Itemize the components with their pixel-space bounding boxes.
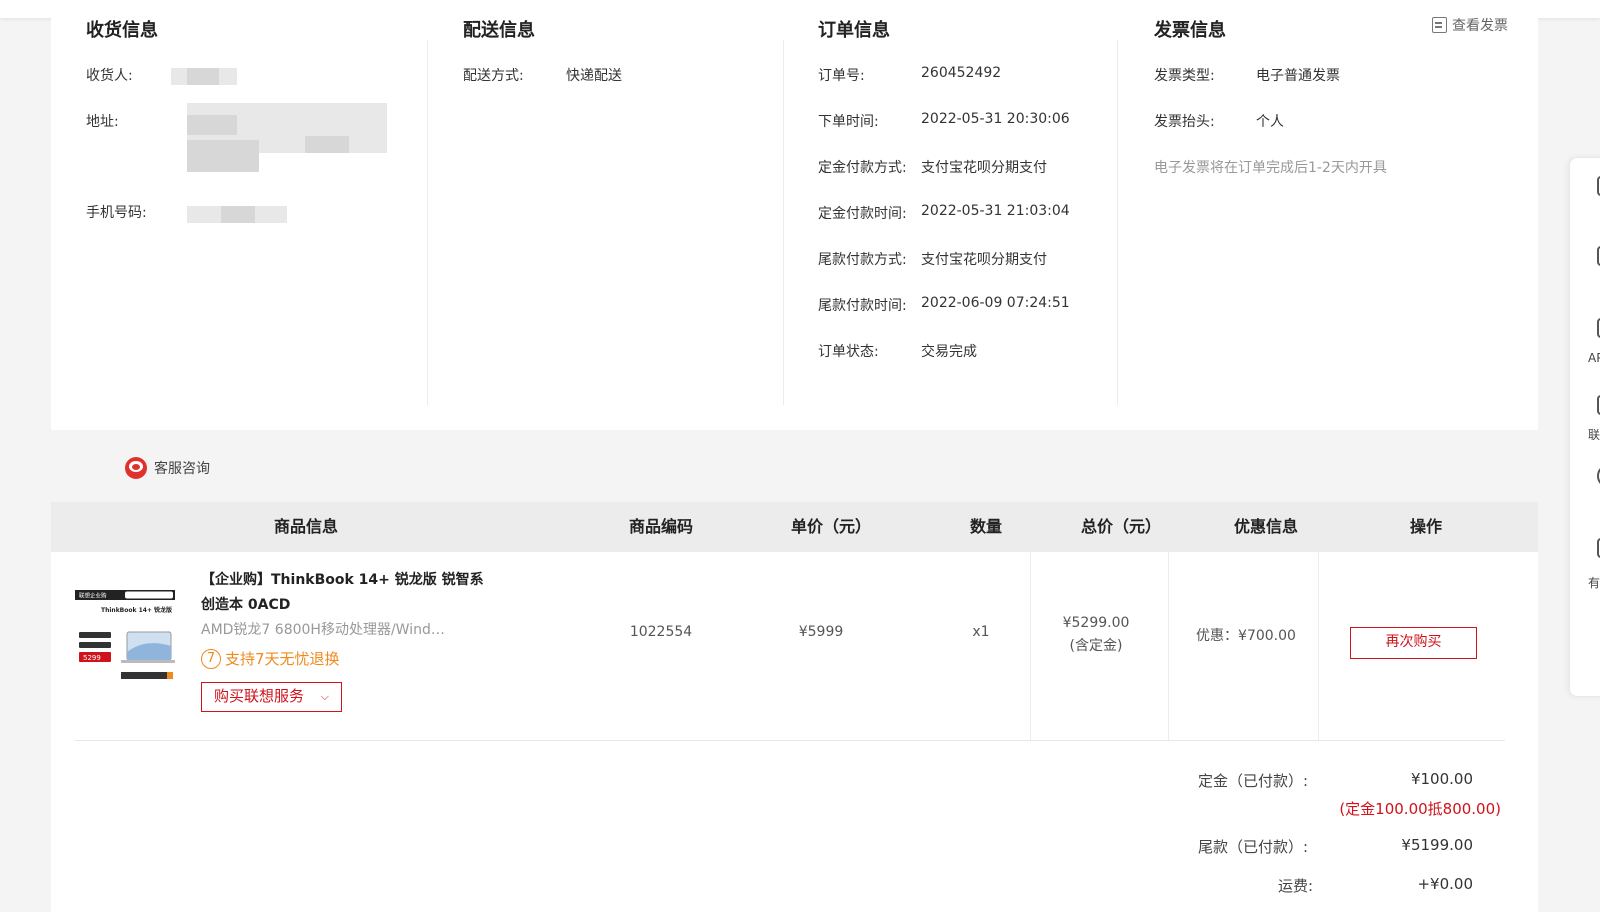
side-toolbar: AP 联 有	[1569, 157, 1600, 697]
invoice-type-label: 发票类型:	[1154, 68, 1215, 84]
receiver-label: 收货人:	[86, 68, 133, 84]
balance-payment-time: 2022-06-09 07:24:51	[921, 295, 1070, 311]
header-action: 操作	[1409, 517, 1442, 536]
delivery-method-label: 配送方式:	[463, 68, 524, 84]
product-spec: AMD锐龙7 6800H移动处理器/Windows 11	[201, 622, 451, 638]
total-price: ¥5299.00	[1062, 615, 1130, 631]
order-info-card: 收货信息 收货人: 地址: 手机号码: 配送信息 配送方式: 快递配送 订单信息…	[51, 0, 1538, 430]
receiver-blur	[219, 68, 237, 85]
address-blur	[187, 140, 259, 172]
column-divider	[783, 40, 784, 405]
header-product-info: 商品信息	[273, 517, 338, 536]
order-row-label: 订单号:	[818, 68, 865, 84]
service-button-label: 购买联想服务	[214, 687, 305, 705]
delivery-title: 配送信息	[463, 20, 535, 41]
phone-blur	[221, 206, 255, 223]
chevron-down-icon: ⌵	[320, 690, 329, 703]
customer-service-label: 客服咨询	[154, 461, 210, 477]
order-row-label: 定金付款方式:	[818, 160, 907, 176]
deposit-payment-method: 支付宝花呗分期支付	[921, 160, 1047, 176]
order-number: 260452492	[921, 65, 1002, 81]
product-code: 1022554	[629, 624, 693, 640]
header-unit-price: 单价（元）	[790, 517, 871, 536]
column-divider	[427, 40, 428, 405]
chat-bubble-icon	[125, 457, 147, 479]
buy-lenovo-service-button[interactable]: 购买联想服务 ⌵	[201, 682, 342, 712]
image-model-text: ThinkBook 14+ 锐龙版	[101, 606, 172, 614]
image-price-text: 5299	[83, 654, 101, 662]
table-header: 商品信息 商品编码 单价（元） 数量 总价（元） 优惠信息 操作	[51, 502, 1538, 552]
freight-label: 运费:	[1278, 877, 1314, 895]
total-price-note: (含定金)	[1069, 638, 1123, 654]
invoice-title: 发票信息	[1154, 20, 1226, 41]
order-row-label: 定金付款时间:	[818, 206, 907, 222]
phone-label: 手机号码:	[86, 205, 147, 221]
rail-label: 联	[1588, 428, 1600, 442]
product-name[interactable]: 【企业购】ThinkBook 14+ 锐龙版 锐智系创造本 0ACD	[201, 568, 491, 618]
quantity: x1	[972, 624, 990, 640]
address-label: 地址:	[86, 114, 119, 130]
invoice-note: 电子发票将在订单完成后1-2天内开具	[1154, 160, 1387, 176]
invoice-header-label: 发票抬头:	[1154, 114, 1215, 130]
deposit-note: (定金100.00抵800.00)	[1339, 800, 1501, 818]
discount-info: 优惠：¥700.00	[1196, 628, 1296, 644]
deposit-value: ¥100.00	[1410, 770, 1473, 788]
column-divider	[1117, 40, 1118, 405]
cell-divider	[1318, 552, 1319, 740]
product-table: 商品信息 商品编码 单价（元） 数量 总价（元） 优惠信息 操作 联想企业购 T…	[51, 502, 1538, 912]
invoice-type-value: 电子普通发票	[1256, 68, 1340, 84]
header-total-price: 总价（元）	[1080, 517, 1161, 536]
header-product-code: 商品编码	[628, 517, 693, 536]
order-row-label: 订单状态:	[818, 344, 879, 360]
rail-label: 有	[1588, 576, 1600, 590]
delivery-method-value: 快递配送	[566, 68, 622, 84]
view-invoice-link[interactable]: 查看发票	[1432, 15, 1508, 35]
balance-value: ¥5199.00	[1401, 836, 1473, 854]
view-invoice-label: 查看发票	[1452, 18, 1508, 34]
address-blur	[187, 115, 237, 135]
return-policy-label: 支持7天无忧退换	[225, 650, 340, 668]
order-row-label: 下单时间:	[818, 114, 879, 130]
freight-value: +¥0.00	[1417, 875, 1473, 893]
cell-divider	[1030, 552, 1031, 740]
row-divider	[75, 740, 1505, 741]
order-status: 交易完成	[921, 344, 977, 360]
invoice-icon	[1432, 17, 1447, 33]
seven-day-return-icon: 7	[201, 648, 221, 669]
cell-divider	[1168, 552, 1169, 740]
order-time: 2022-05-31 20:30:06	[921, 111, 1070, 127]
order-title: 订单信息	[818, 20, 890, 41]
unit-price: ¥5999	[798, 624, 844, 640]
image-brand-text: 联想企业购	[79, 592, 107, 600]
receiver-blur	[187, 68, 221, 85]
invoice-header-value: 个人	[1256, 114, 1284, 130]
return-policy: 7 支持7天无忧退换	[201, 648, 340, 669]
rail-label: AP	[1588, 351, 1600, 365]
buy-again-button[interactable]: 再次购买	[1350, 627, 1477, 659]
deposit-label: 定金（已付款）:	[1198, 772, 1309, 790]
balance-payment-method: 支付宝花呗分期支付	[921, 252, 1047, 268]
address-blur	[305, 136, 349, 153]
order-row-label: 尾款付款方式:	[818, 252, 907, 268]
shipping-title: 收货信息	[86, 20, 158, 41]
product-image[interactable]: 联想企业购 ThinkBook 14+ 锐龙版 5299	[75, 590, 177, 686]
header-discount: 优惠信息	[1233, 517, 1298, 536]
balance-label: 尾款（已付款）:	[1198, 838, 1309, 856]
header-quantity: 数量	[969, 517, 1002, 536]
deposit-payment-time: 2022-05-31 21:03:04	[921, 203, 1070, 219]
order-row-label: 尾款付款时间:	[818, 298, 907, 314]
customer-service-link[interactable]: 客服咨询	[125, 457, 210, 479]
